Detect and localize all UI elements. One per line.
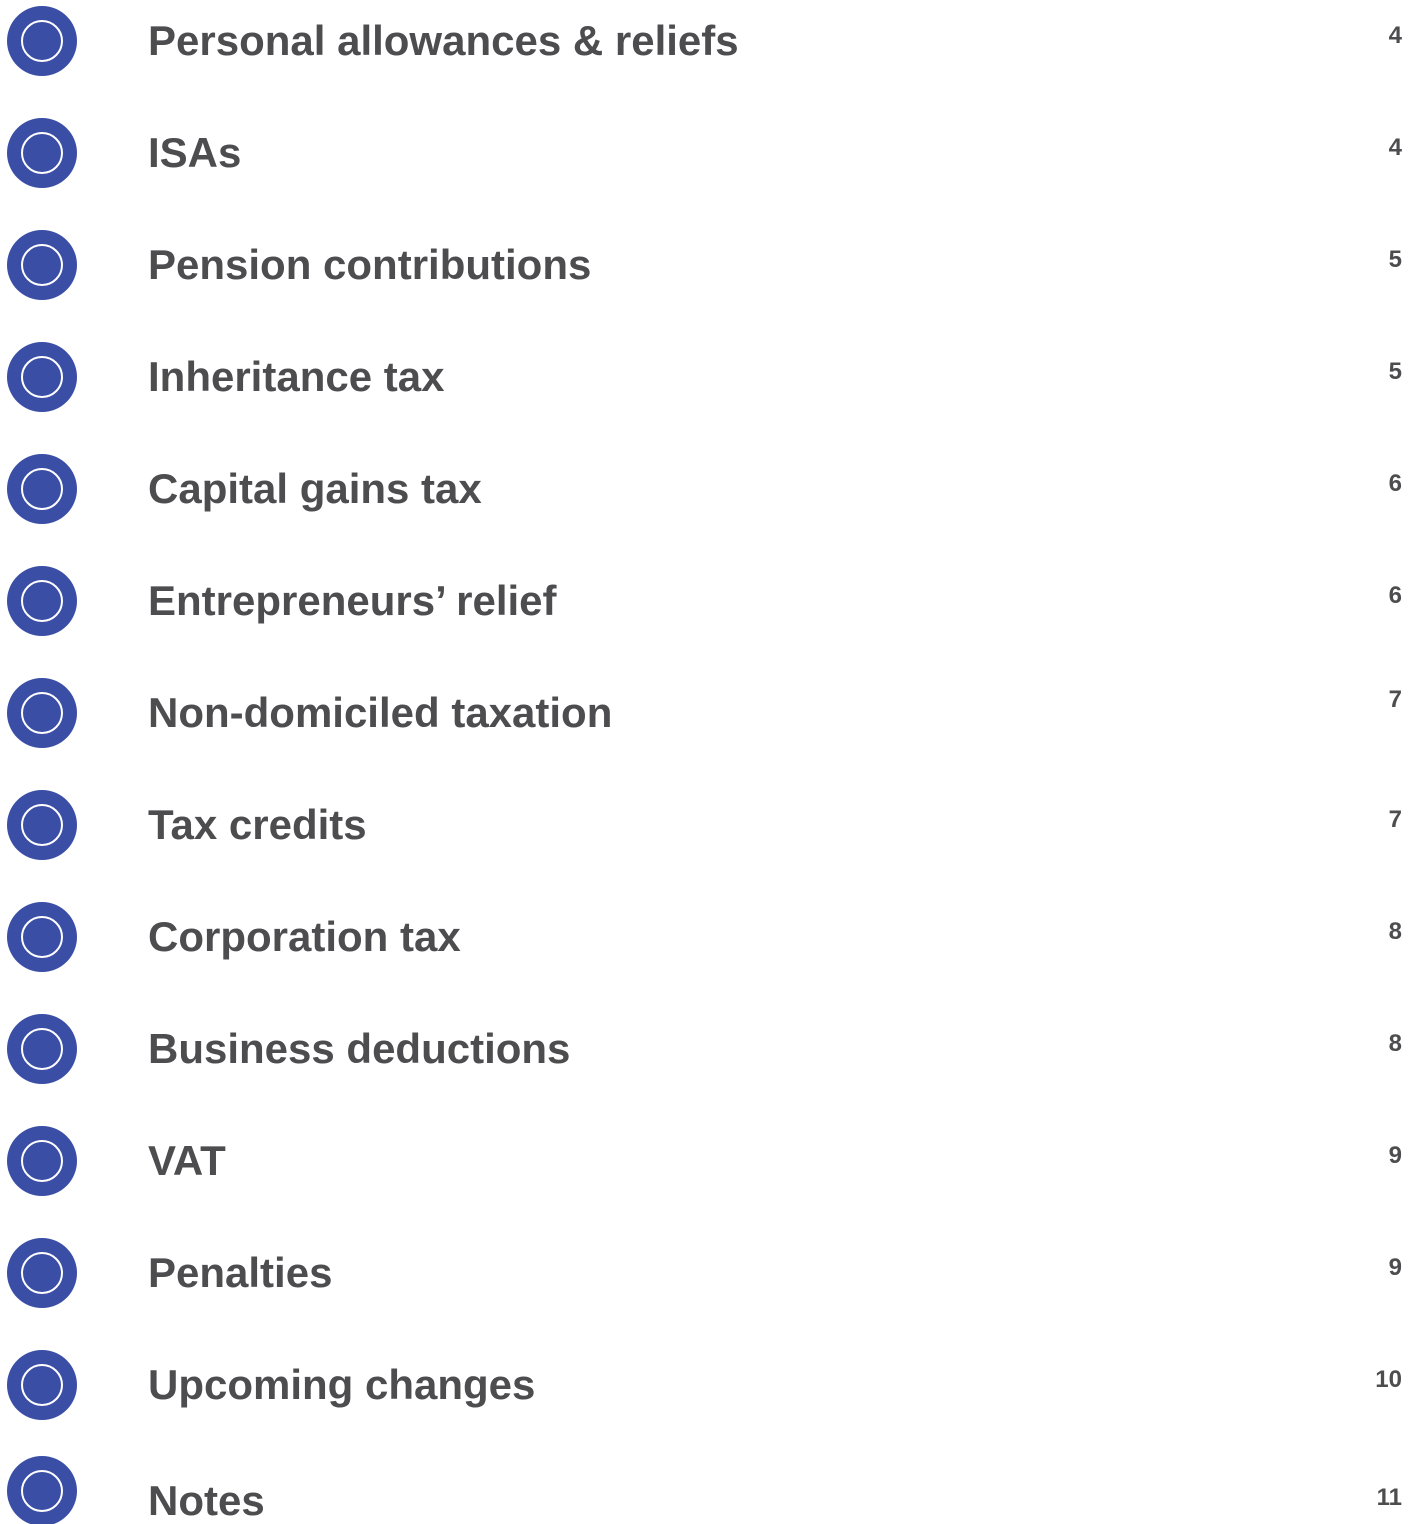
- circle-bullet-icon: [7, 230, 77, 300]
- toc-entry-title[interactable]: Non-domiciled taxation: [148, 688, 612, 738]
- toc-entry-title[interactable]: Corporation tax: [148, 912, 461, 962]
- toc-page-number: 9: [1388, 1254, 1402, 1281]
- toc-entry-title[interactable]: Entrepreneurs’ relief: [148, 576, 557, 626]
- toc-entry-capital-gains-tax[interactable]: Capital gains tax 6: [0, 450, 1421, 530]
- toc-entry-corporation-tax[interactable]: Corporation tax 8: [0, 898, 1421, 978]
- toc-entry-title[interactable]: Notes: [148, 1476, 265, 1524]
- toc-entry-inheritance-tax[interactable]: Inheritance tax 5: [0, 338, 1421, 418]
- toc-page-number: 7: [1388, 806, 1402, 833]
- toc-entry-pension-contributions[interactable]: Pension contributions 5: [0, 226, 1421, 306]
- toc-page-number: 10: [1375, 1366, 1402, 1393]
- circle-bullet-icon: [7, 6, 77, 76]
- circle-bullet-icon: [7, 118, 77, 188]
- circle-bullet-icon: [7, 454, 77, 524]
- circle-bullet-icon: [7, 678, 77, 748]
- table-of-contents: Personal allowances & reliefs 4 ISAs 4 P…: [0, 0, 1421, 1524]
- circle-bullet-icon: [7, 1014, 77, 1084]
- toc-entry-title[interactable]: Penalties: [148, 1248, 332, 1298]
- toc-page-number: 9: [1388, 1142, 1402, 1169]
- circle-bullet-icon: [7, 790, 77, 860]
- toc-entry-notes[interactable]: Notes 11: [0, 1444, 1421, 1524]
- toc-entry-tax-credits[interactable]: Tax credits 7: [0, 786, 1421, 866]
- circle-bullet-icon: [7, 902, 77, 972]
- toc-entry-title[interactable]: Inheritance tax: [148, 352, 444, 402]
- toc-page-number: 6: [1388, 582, 1402, 609]
- toc-entry-vat[interactable]: VAT 9: [0, 1122, 1421, 1202]
- toc-page-number: 4: [1388, 22, 1402, 49]
- toc-entry-personal-allowances[interactable]: Personal allowances & reliefs 4: [0, 2, 1421, 82]
- toc-page-number: 8: [1388, 918, 1402, 945]
- toc-page-number: 7: [1388, 686, 1402, 713]
- toc-page-number: 6: [1388, 470, 1402, 497]
- circle-bullet-icon: [7, 566, 77, 636]
- toc-entry-title[interactable]: ISAs: [148, 128, 241, 178]
- circle-bullet-icon: [7, 1456, 77, 1524]
- toc-page-number: 8: [1388, 1030, 1402, 1057]
- circle-bullet-icon: [7, 1126, 77, 1196]
- toc-entry-penalties[interactable]: Penalties 9: [0, 1234, 1421, 1314]
- toc-page-number: 11: [1376, 1484, 1402, 1511]
- toc-entry-title[interactable]: Personal allowances & reliefs: [148, 16, 739, 66]
- toc-entry-business-deductions[interactable]: Business deductions 8: [0, 1010, 1421, 1090]
- toc-entry-title[interactable]: Business deductions: [148, 1024, 570, 1074]
- toc-entry-non-domiciled-taxation[interactable]: Non-domiciled taxation 7: [0, 674, 1421, 754]
- toc-page-number: 4: [1388, 134, 1402, 161]
- toc-entry-upcoming-changes[interactable]: Upcoming changes 10: [0, 1346, 1421, 1426]
- toc-page-number: 5: [1388, 358, 1402, 385]
- toc-entry-title[interactable]: Pension contributions: [148, 240, 591, 290]
- circle-bullet-icon: [7, 342, 77, 412]
- circle-bullet-icon: [7, 1350, 77, 1420]
- circle-bullet-icon: [7, 1238, 77, 1308]
- toc-entry-isas[interactable]: ISAs 4: [0, 114, 1421, 194]
- toc-page-number: 5: [1388, 246, 1402, 273]
- toc-entry-title[interactable]: Capital gains tax: [148, 464, 482, 514]
- toc-entry-title[interactable]: Tax credits: [148, 800, 367, 850]
- toc-entry-entrepreneurs-relief[interactable]: Entrepreneurs’ relief 6: [0, 562, 1421, 642]
- toc-entry-title[interactable]: Upcoming changes: [148, 1360, 535, 1410]
- toc-entry-title[interactable]: VAT: [148, 1136, 226, 1186]
